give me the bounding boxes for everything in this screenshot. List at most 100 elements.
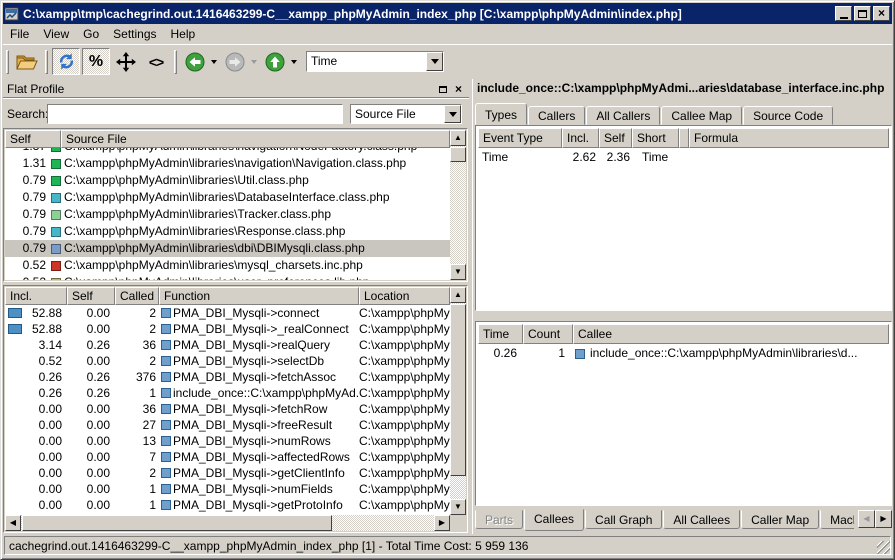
- column-header-called[interactable]: Called: [115, 287, 159, 305]
- column-header-count[interactable]: Count: [523, 324, 573, 344]
- search-input[interactable]: [47, 104, 343, 124]
- source-file-row[interactable]: 0.79C:\xampp\phpMyAdmin\libraries\Tracke…: [5, 206, 450, 223]
- group-by-select[interactable]: Source File: [350, 104, 462, 124]
- tab-all-callees[interactable]: All Callees: [663, 510, 740, 529]
- toolbar-grip[interactable]: [6, 50, 9, 74]
- function-row[interactable]: 0.000.001PMA_DBI_Mysqli->getProtoInfoC:\…: [5, 497, 450, 513]
- tab-parts[interactable]: Parts: [475, 510, 523, 529]
- column-header-short[interactable]: Short: [632, 128, 679, 148]
- menu-view[interactable]: View: [36, 25, 76, 43]
- table-row[interactable]: Time 2.62 2.36 Time: [478, 149, 889, 166]
- function-row[interactable]: 0.260.261include_once::C:\xampp\phpMyAd.…: [5, 385, 450, 401]
- scroll-down-icon[interactable]: ▼: [450, 499, 466, 515]
- function-row[interactable]: 52.880.002PMA_DBI_Mysqli->_realConnectC:…: [5, 321, 450, 337]
- tab-all-callers[interactable]: All Callers: [586, 106, 660, 125]
- scroll-up-icon[interactable]: ▲: [450, 130, 466, 146]
- open-file-button[interactable]: [13, 48, 41, 75]
- back-dropdown-icon[interactable]: [211, 60, 217, 64]
- percent-toggle-button[interactable]: %: [82, 48, 110, 75]
- horizontal-scrollbar[interactable]: ◀ ▶: [5, 515, 450, 531]
- up-button[interactable]: [261, 48, 289, 75]
- function-name: PMA_DBI_Mysqli->numFields: [173, 481, 333, 497]
- function-row[interactable]: 0.000.002PMA_DBI_Mysqli->getClientInfoC:…: [5, 465, 450, 481]
- back-button[interactable]: [181, 48, 209, 75]
- relative-cost-button[interactable]: <>: [142, 48, 170, 75]
- column-header-time[interactable]: Time: [478, 324, 523, 344]
- function-row[interactable]: 0.260.26376PMA_DBI_Mysqli->fetchAssocC:\…: [5, 369, 450, 385]
- column-header-self[interactable]: Self: [67, 287, 115, 305]
- source-file-cell: C:\xampp\phpMyAdmin\libraries\Tracker.cl…: [64, 206, 450, 223]
- column-header-self[interactable]: Self: [5, 130, 61, 148]
- tab-scroll-right-icon[interactable]: ▶: [875, 510, 892, 528]
- resize-grip[interactable]: [877, 541, 890, 554]
- source-file-row[interactable]: 0.79C:\xampp\phpMyAdmin\libraries\dbi\DB…: [5, 240, 450, 257]
- minimize-button[interactable]: [835, 6, 852, 21]
- vertical-scrollbar[interactable]: ▲ ▼: [450, 287, 466, 515]
- float-dock-button[interactable]: [436, 83, 449, 95]
- function-row[interactable]: 0.000.001PMA_DBI_Mysqli->numFieldsC:\xam…: [5, 481, 450, 497]
- column-header-event-type[interactable]: Event Type: [478, 128, 562, 148]
- source-file-row[interactable]: 0.79C:\xampp\phpMyAdmin\libraries\Respon…: [5, 223, 450, 240]
- tab-callee-map[interactable]: Callee Map: [661, 106, 742, 125]
- function-cell: PMA_DBI_Mysqli->affectedRows: [159, 449, 359, 465]
- scrollbar-thumb[interactable]: [450, 304, 466, 476]
- status-text: cachegrind.out.1416463299-C__xampp_phpMy…: [9, 539, 528, 553]
- chevron-down-icon[interactable]: [444, 105, 461, 123]
- column-header-self[interactable]: Self: [599, 128, 632, 148]
- menu-go[interactable]: Go: [76, 25, 106, 43]
- tab-callers[interactable]: Callers: [528, 106, 585, 125]
- source-file-row[interactable]: 0.52C:\xampp\phpMyAdmin\libraries\mysql_…: [5, 257, 450, 274]
- tab-caller-map[interactable]: Caller Map: [741, 510, 819, 529]
- incl-value: 52.88: [32, 305, 62, 321]
- function-row[interactable]: 3.140.2636PMA_DBI_Mysqli->realQueryC:\xa…: [5, 337, 450, 353]
- function-name: PMA_DBI_Mysqli->_realConnect: [173, 321, 349, 337]
- toolbar-grip[interactable]: [45, 50, 48, 74]
- column-header-callee[interactable]: Callee: [573, 324, 889, 344]
- toolbar-grip[interactable]: [174, 50, 177, 74]
- menu-help[interactable]: Help: [164, 25, 203, 43]
- source-file-row[interactable]: 0.79C:\xampp\phpMyAdmin\libraries\Databa…: [5, 189, 450, 206]
- scroll-left-icon[interactable]: ◀: [5, 515, 21, 531]
- source-file-row[interactable]: 0.52C:\xampp\phpMyAdmin\libraries\user_p…: [5, 274, 450, 280]
- title-bar[interactable]: C:\xampp\tmp\cachegrind.out.1416463299-C…: [3, 3, 892, 24]
- table-row[interactable]: 0.26 1 include_once::C:\xampp\phpMyAdmin…: [478, 345, 889, 362]
- menu-file[interactable]: File: [3, 25, 36, 43]
- function-row[interactable]: 0.000.0027PMA_DBI_Mysqli->freeResultC:\x…: [5, 417, 450, 433]
- up-dropdown-icon[interactable]: [291, 60, 297, 64]
- function-row[interactable]: 0.000.007PMA_DBI_Mysqli->affectedRowsC:\…: [5, 449, 450, 465]
- source-file-row[interactable]: 0.79C:\xampp\phpMyAdmin\libraries\Util.c…: [5, 172, 450, 189]
- tab-source-code[interactable]: Source Code: [743, 106, 833, 125]
- menu-settings[interactable]: Settings: [106, 25, 163, 43]
- tab-machine-code[interactable]: Machine: [820, 510, 854, 529]
- reload-button[interactable]: [52, 48, 80, 75]
- cycle-detection-button[interactable]: [112, 48, 140, 75]
- close-button[interactable]: ×: [873, 6, 890, 21]
- function-row[interactable]: 52.880.002PMA_DBI_Mysqli->connectC:\xamp…: [5, 305, 450, 321]
- column-header-incl[interactable]: Incl.: [562, 128, 599, 148]
- column-header-formula[interactable]: Formula: [689, 128, 889, 148]
- scroll-right-icon[interactable]: ▶: [434, 515, 450, 531]
- column-header-spacer[interactable]: [679, 128, 689, 148]
- dock-title-bar[interactable]: Flat Profile ×: [3, 80, 469, 99]
- column-header-source-file[interactable]: Source File: [61, 130, 450, 148]
- scroll-up-icon[interactable]: ▲: [450, 287, 466, 303]
- source-file-row[interactable]: 1.37C:\xampp\phpMyAdmin\libraries\naviga…: [5, 148, 450, 155]
- function-row[interactable]: 0.000.0013PMA_DBI_Mysqli->numRowsC:\xamp…: [5, 433, 450, 449]
- close-dock-button[interactable]: ×: [452, 83, 465, 95]
- function-row[interactable]: 0.520.002PMA_DBI_Mysqli->selectDbC:\xamp…: [5, 353, 450, 369]
- scroll-down-icon[interactable]: ▼: [450, 264, 466, 280]
- tab-types[interactable]: Types: [475, 103, 527, 125]
- source-file-row[interactable]: 1.31C:\xampp\phpMyAdmin\libraries\naviga…: [5, 155, 450, 172]
- column-header-location[interactable]: Location: [359, 287, 450, 305]
- tab-callees[interactable]: Callees: [524, 509, 584, 531]
- tab-call-graph[interactable]: Call Graph: [585, 510, 662, 529]
- scrollbar-thumb[interactable]: [22, 515, 332, 531]
- scrollbar-thumb[interactable]: [450, 147, 466, 162]
- function-row[interactable]: 0.000.0036PMA_DBI_Mysqli->fetchRowC:\xam…: [5, 401, 450, 417]
- event-type-select[interactable]: Time: [306, 51, 444, 72]
- column-header-function[interactable]: Function: [159, 287, 359, 305]
- chevron-down-icon[interactable]: [426, 52, 443, 71]
- maximize-button[interactable]: [854, 6, 871, 21]
- vertical-scrollbar[interactable]: ▲ ▼: [450, 130, 466, 280]
- column-header-incl[interactable]: Incl.: [5, 287, 67, 305]
